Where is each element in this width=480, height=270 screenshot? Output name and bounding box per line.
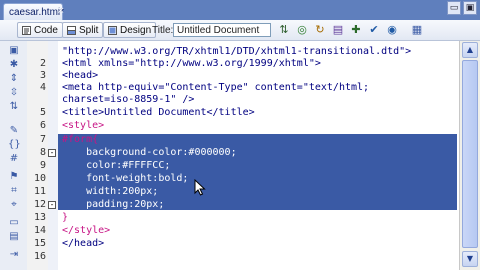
split-view-label: Split — [79, 24, 99, 36]
code-line: <style> — [62, 120, 105, 131]
track-changes-icon[interactable]: ▦ — [410, 23, 424, 37]
refresh-icon[interactable]: ↻ — [313, 23, 327, 37]
code-line: padding:20px; — [62, 199, 165, 210]
code-line: } — [62, 212, 69, 223]
line-number: 15 — [33, 238, 46, 249]
editor-window: caesar.html* × ▭ ▣ Code Split Design Tit… — [0, 0, 480, 270]
line-number: 12 — [33, 199, 46, 210]
browser-check-icon[interactable]: ◉ — [385, 23, 399, 37]
code-line: width:200px; — [62, 186, 159, 197]
code-line: </head> — [62, 238, 105, 249]
mouse-pointer-icon — [194, 179, 206, 196]
show-code-navigator-icon[interactable]: ✱ — [8, 59, 20, 71]
line-number: 6 — [39, 120, 46, 131]
recent-snippets-icon[interactable]: ▤ — [8, 231, 20, 243]
scroll-down-arrow-icon[interactable]: ▼ — [462, 251, 478, 267]
code-line: charset=iso-8859-1" /> — [62, 94, 195, 105]
line-number: 2 — [39, 58, 46, 69]
file-management-icon[interactable]: ⇅ — [277, 23, 291, 37]
expand-all-icon[interactable]: ⇅ — [8, 101, 20, 113]
code-line: <meta http-equiv="Content-Type" content=… — [62, 82, 370, 93]
line-number: 14 — [33, 225, 46, 236]
document-tab-strip: caesar.html* × ▭ ▣ — [0, 0, 480, 20]
fold-toggle-icon[interactable]: - — [48, 201, 56, 209]
document-tab-label: caesar.html* — [9, 7, 65, 18]
code-view-label: Code — [34, 24, 58, 36]
fold-toggle-icon[interactable]: - — [48, 149, 56, 157]
code-line: font-weight:bold; — [62, 173, 189, 184]
code-line: color:#FFFFCC; — [62, 160, 171, 171]
code-line: <title>Untitled Document</title> — [62, 107, 255, 118]
line-number: 3 — [39, 70, 46, 81]
collapse-full-tag-icon[interactable]: ⇕ — [8, 73, 20, 85]
wrap-tag-icon[interactable]: ▭ — [8, 217, 20, 229]
view-options-icon[interactable]: ▤ — [331, 23, 345, 37]
line-number: 7 — [39, 134, 46, 145]
apply-comment-icon[interactable]: ⌗ — [8, 185, 20, 197]
coding-toolbar: ▣ ✱ ⇕ ⇳ ⇅ ✎ {} # ⚑ ⌗ ⌖ ▭ ▤ ⇥ — [0, 41, 28, 270]
visual-aids-icon[interactable]: ✚ — [349, 23, 363, 37]
code-view-button[interactable]: Code — [17, 22, 63, 38]
code-line: <html xmlns="http://www.w3.org/1999/xhtm… — [62, 58, 321, 69]
code-line: <head> — [62, 70, 99, 81]
document-tab[interactable]: caesar.html* — [3, 3, 65, 20]
split-view-button[interactable]: Split — [62, 22, 104, 38]
preview-globe-icon[interactable]: ◎ — [295, 23, 309, 37]
design-view-button[interactable]: Design — [103, 22, 157, 38]
maximize-window-button[interactable]: ▣ — [463, 1, 477, 15]
document-title-input[interactable] — [173, 23, 271, 37]
vertical-scrollbar[interactable]: ▲ ▼ — [459, 41, 480, 270]
line-number: 8 — [39, 147, 46, 158]
select-parent-tag-icon[interactable]: ✎ — [8, 125, 20, 137]
line-number: 9 — [39, 160, 46, 171]
code-view-icon — [22, 25, 31, 35]
balance-braces-icon[interactable]: {} — [8, 139, 21, 151]
line-number: 5 — [39, 107, 46, 118]
line-number: 16 — [33, 251, 46, 262]
scrollbar-thumb[interactable] — [462, 60, 478, 248]
remove-comment-icon[interactable]: ⌖ — [8, 199, 20, 211]
code-line: "http://www.w3.org/TR/xhtml1/DTD/xhtml1-… — [62, 46, 412, 57]
code-line: background-color:#000000; — [62, 147, 237, 158]
scroll-up-arrow-icon[interactable]: ▲ — [462, 42, 478, 58]
selection-highlight-start — [58, 134, 457, 146]
code-line: </style> — [62, 225, 111, 236]
design-view-icon — [108, 25, 117, 35]
highlight-invalid-code-icon[interactable]: ⚑ — [8, 171, 20, 183]
document-toolbar: Code Split Design Title: ⇅ ◎ ↻ ▤ ✚ ✔ ◉ ▦ — [0, 20, 480, 41]
indent-code-icon[interactable]: ⇥ — [8, 249, 20, 261]
title-label: Title: — [152, 25, 174, 36]
restore-window-button[interactable]: ▭ — [447, 1, 461, 15]
line-number: 4 — [39, 82, 46, 93]
line-number: 10 — [33, 173, 46, 184]
code-line: #form{ — [62, 134, 99, 145]
line-number: 11 — [33, 186, 46, 197]
design-view-label: Design — [120, 24, 152, 36]
line-numbers-icon[interactable]: # — [8, 153, 20, 165]
split-view-icon — [67, 25, 76, 35]
close-icon[interactable]: × — [57, 6, 65, 16]
collapse-selection-icon[interactable]: ⇳ — [8, 87, 20, 99]
line-number: 13 — [33, 212, 46, 223]
validate-markup-icon[interactable]: ✔ — [367, 23, 381, 37]
open-documents-icon[interactable]: ▣ — [8, 45, 20, 57]
